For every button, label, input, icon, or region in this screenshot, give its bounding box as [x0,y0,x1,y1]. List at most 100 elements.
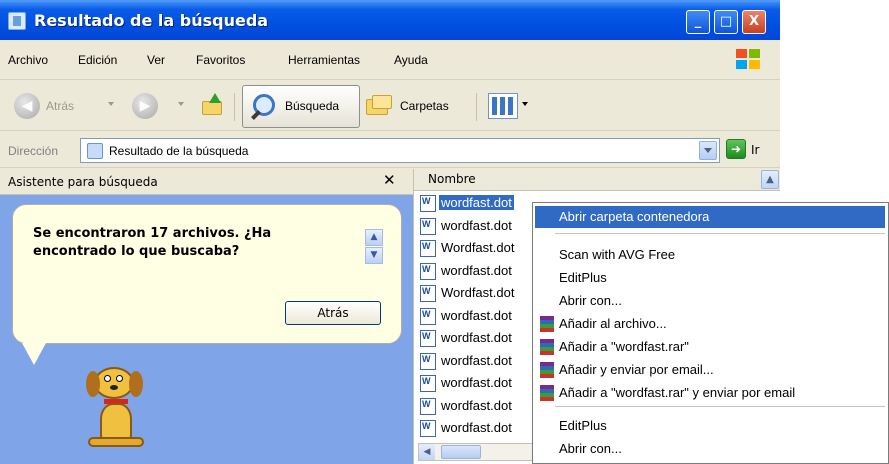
menu-separator [555,406,885,407]
word-document-icon [420,262,436,280]
pane-header: Asistente para búsqueda ✕ [0,169,413,195]
folders-button-label[interactable]: Carpetas [400,99,449,113]
menu-herramientas[interactable]: Herramientas [288,53,360,67]
toolbar-separator [476,93,477,121]
context-menu-item[interactable]: Abrir con... [535,290,885,312]
horizontal-scrollbar[interactable]: ◀ [418,443,538,461]
search-dog-icon[interactable] [76,359,156,454]
word-document-icon [420,397,436,415]
assistant-speech-bubble: Se encontraron 17 archivos. ¿Ha encontra… [12,204,402,344]
word-document-icon [420,195,436,212]
context-menu-label: EditPlus [559,418,607,433]
context-menu-item[interactable]: Añadir a "wordfast.rar" y enviar por ema… [535,382,885,404]
winrar-icon [540,316,556,332]
context-menu-label: Añadir al archivo... [559,316,667,331]
search-assistant-pane: Asistente para búsqueda ✕ Se encontraron… [0,169,413,464]
menu-ver[interactable]: Ver [147,53,165,67]
context-menu-item[interactable]: EditPlus [535,267,885,289]
file-name: Wordfast.dot [441,285,515,300]
file-name: wordfast.dot [441,420,512,435]
scroll-left-icon[interactable]: ◀ [419,444,435,460]
menu-ayuda[interactable]: Ayuda [394,53,428,67]
file-name: wordfast.dot [441,352,512,368]
context-menu-item[interactable]: EditPlus [535,415,885,437]
word-document-icon [420,352,436,370]
scroll-down-icon[interactable]: ▼ [365,247,383,264]
forward-dropdown-icon[interactable] [178,102,184,106]
folders-icon[interactable] [366,95,394,117]
search-results-icon [8,12,26,30]
up-folder-icon[interactable] [200,93,224,117]
search-results-icon [87,143,103,159]
word-document-icon [420,240,436,257]
context-menu-item[interactable]: Añadir a "wordfast.rar" [535,336,885,358]
winrar-icon [540,339,556,355]
context-menu-label: Scan with AVG Free [559,247,676,262]
menu-edicion[interactable]: Edición [78,53,117,67]
word-document-icon [420,330,436,347]
title-bar[interactable]: Resultado de la búsqueda _ □ X [0,0,780,40]
file-name: wordfast.dot [439,195,514,210]
bubble-tail [22,343,46,365]
results-message: Se encontraron 17 archivos. ¿Ha encontra… [33,226,272,259]
address-bar: Dirección Resultado de la búsqueda ➜ Ir [0,132,780,168]
context-menu: Abrir carpeta contenedora Scan with AVG F… [532,202,889,464]
scroll-up-icon[interactable]: ▲ [761,170,779,189]
word-document-icon [420,217,436,235]
search-button[interactable]: Búsqueda [242,85,360,128]
context-menu-label: Abrir con... [559,441,622,456]
winrar-icon [540,362,556,378]
menu-separator [555,233,885,234]
pane-close-icon[interactable]: ✕ [383,171,396,189]
column-header-name[interactable]: Nombre ▲ [414,169,780,191]
context-menu-item[interactable]: Abrir carpeta contenedora [535,206,885,228]
window-title: Resultado de la búsqueda [34,11,269,30]
minimize-button[interactable]: _ [686,10,710,34]
word-document-icon [420,420,436,437]
word-document-icon [420,375,436,392]
context-menu-label: EditPlus [559,270,607,285]
winrar-icon [540,385,556,401]
back-arrow-icon[interactable]: ◀ [14,93,40,119]
menu-bar: Archivo Edición Ver Favoritos Herramient… [0,40,780,80]
go-button-label[interactable]: Ir [751,143,759,157]
address-dropdown-icon[interactable] [699,141,717,160]
assistant-back-button[interactable]: Atrás [285,301,381,325]
file-name: Wordfast.dot [441,240,515,255]
file-name: wordfast.dot [441,330,512,345]
word-document-icon [420,307,436,325]
back-dropdown-icon[interactable] [108,102,114,106]
maximize-button[interactable]: □ [714,10,738,34]
back-button-label[interactable]: Atrás [46,99,74,113]
views-dropdown-icon[interactable] [522,102,528,106]
pane-title: Asistente para búsqueda [8,175,158,189]
file-name: wordfast.dot [441,375,512,390]
context-menu-label: Añadir a "wordfast.rar" [559,339,689,354]
context-menu-item[interactable]: Añadir al archivo... [535,313,885,335]
close-button[interactable]: X [742,10,766,34]
context-menu-item[interactable]: Abrir con... [535,438,885,460]
search-button-label: Búsqueda [285,99,340,113]
views-grid-icon[interactable] [488,93,518,119]
context-menu-label: Añadir a "wordfast.rar" y enviar por ema… [559,385,796,400]
toolbar-separator [234,93,235,121]
context-menu-item[interactable]: Scan with AVG Free [535,244,885,266]
go-arrow-icon[interactable]: ➜ [726,139,746,159]
menu-archivo[interactable]: Archivo [8,53,48,67]
address-label: Dirección [8,144,59,158]
menu-favoritos[interactable]: Favoritos [196,53,245,67]
context-menu-label: Añadir y enviar por email... [559,362,714,377]
address-input[interactable]: Resultado de la búsqueda [80,138,720,163]
windows-logo-icon [736,49,762,71]
standard-toolbar: ◀ Atrás ▶ Búsqueda Carpetas [0,81,780,131]
column-header-label: Nombre [428,172,476,186]
context-menu-label: Abrir con... [559,293,622,308]
file-name: wordfast.dot [441,397,512,413]
word-document-icon [420,285,436,302]
file-name: wordfast.dot [441,217,512,233]
forward-arrow-icon[interactable]: ▶ [132,93,158,119]
scroll-up-icon[interactable]: ▲ [365,229,383,246]
scroll-thumb[interactable] [441,445,481,459]
address-value: Resultado de la búsqueda [109,144,249,158]
context-menu-item[interactable]: Añadir y enviar por email... [535,359,885,381]
